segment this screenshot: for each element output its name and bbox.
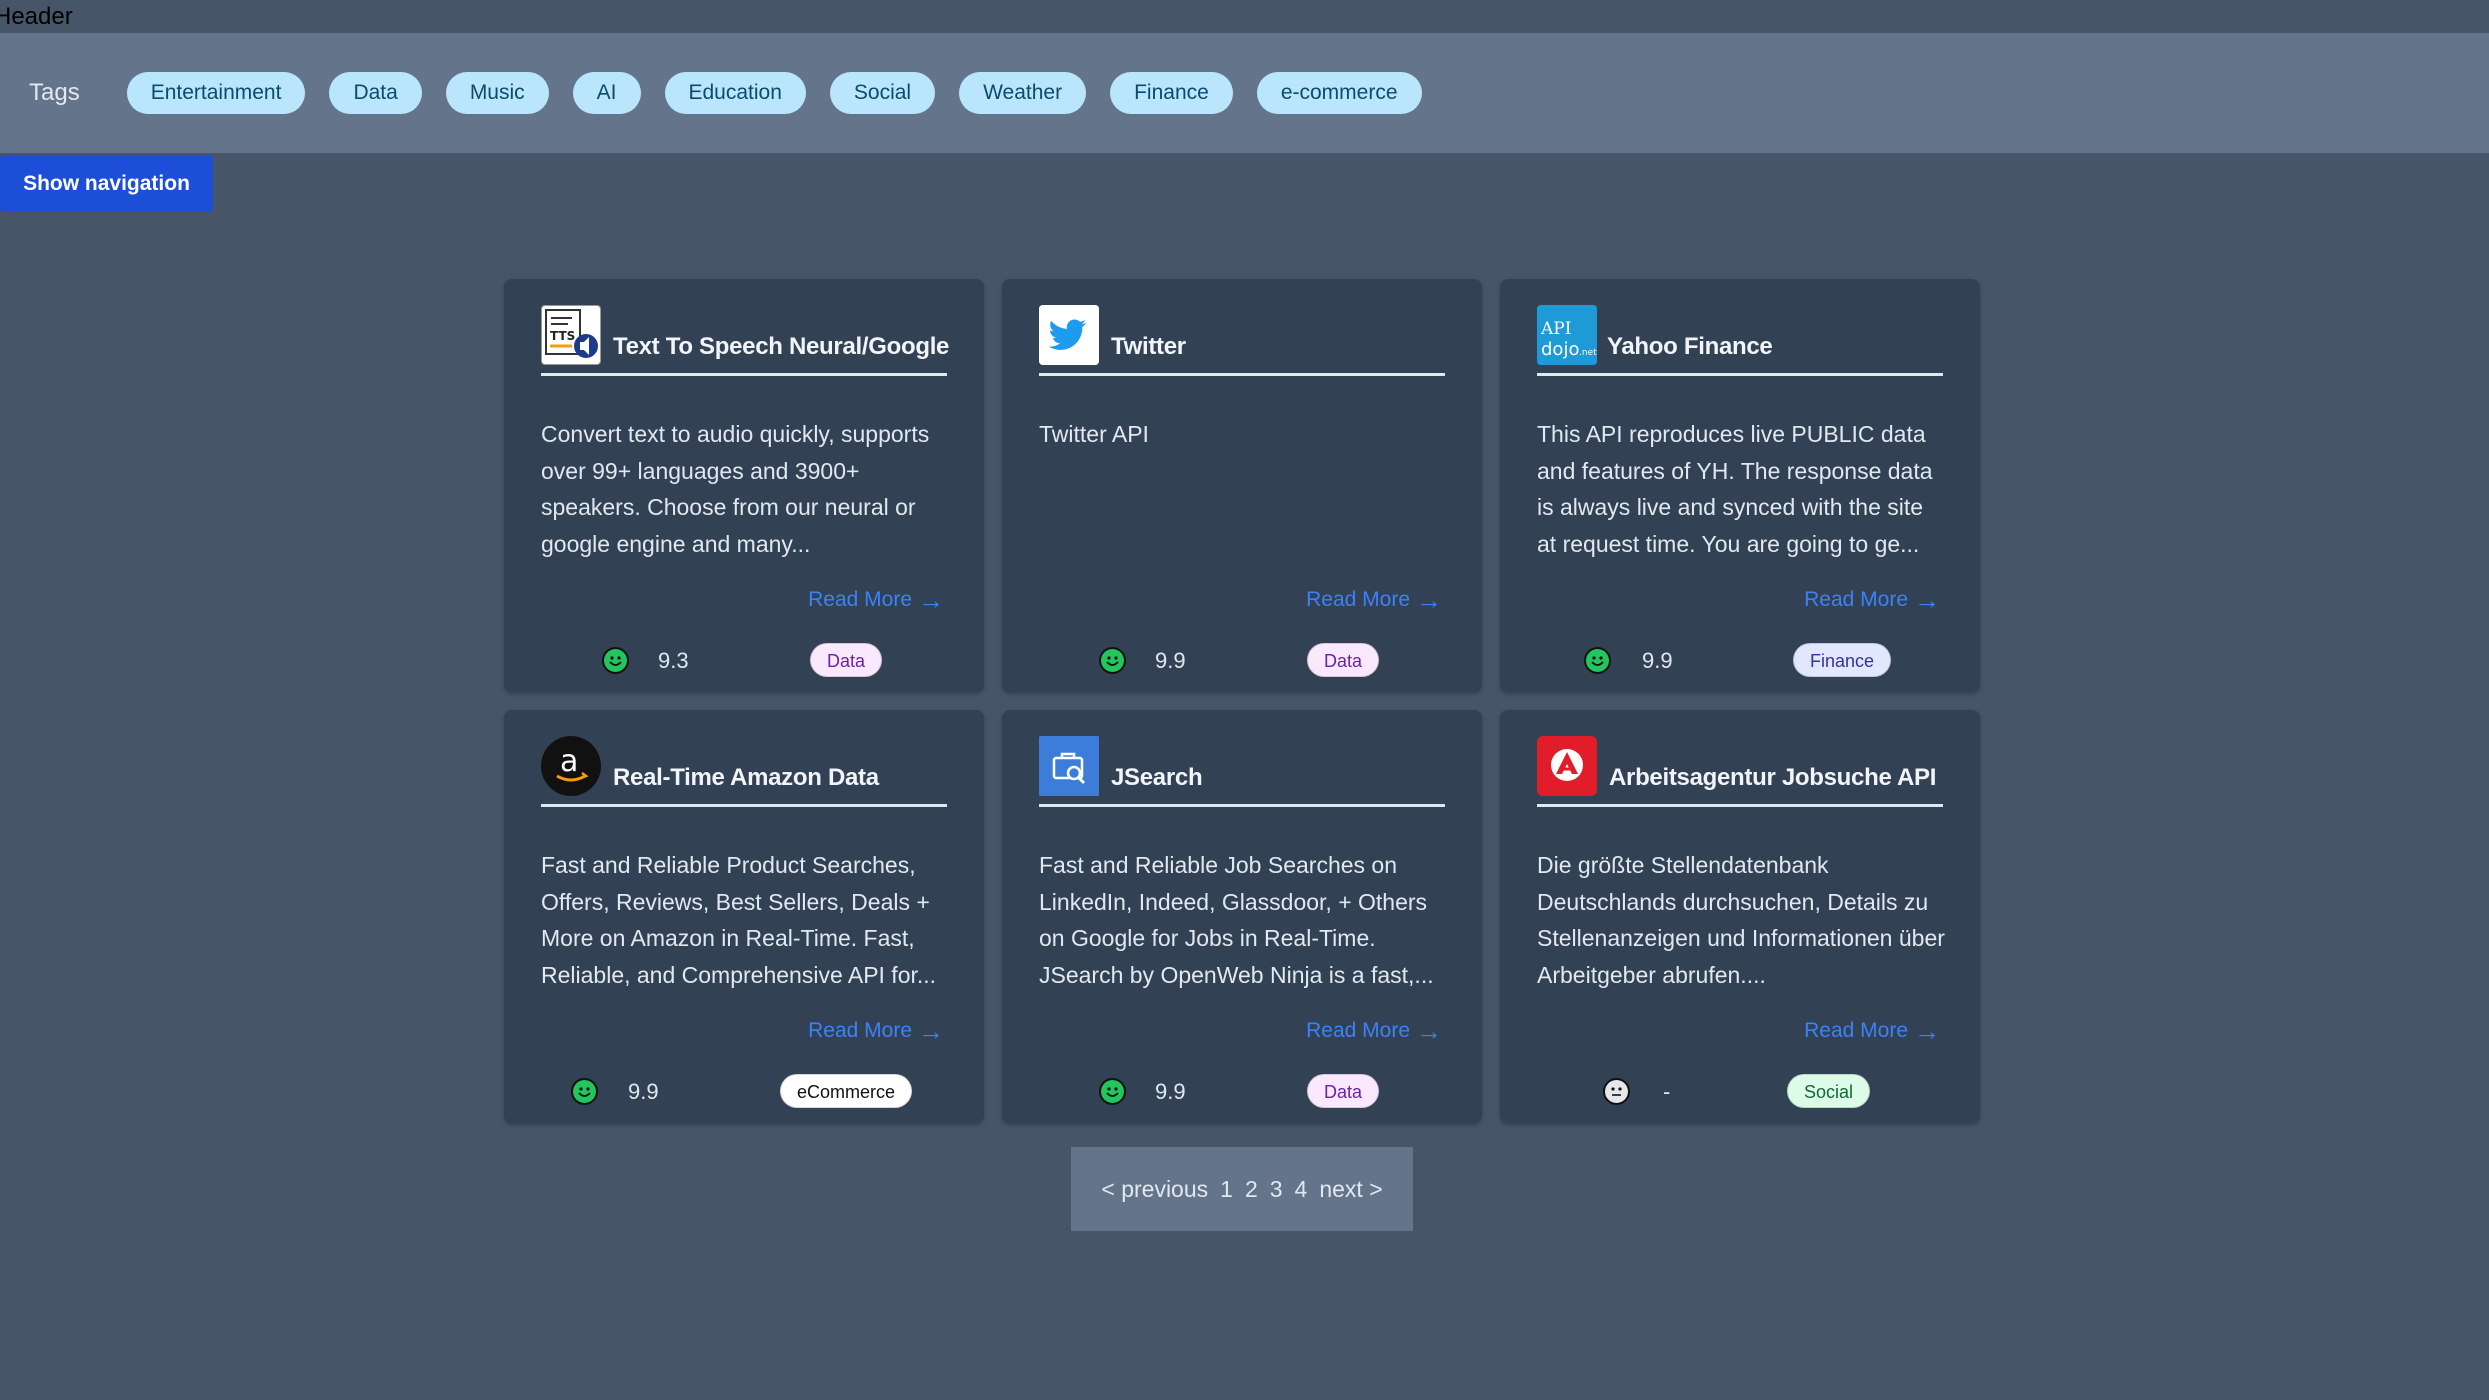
card-title: Arbeitsagentur Jobsuche API xyxy=(1609,764,1937,791)
svg-text:.net: .net xyxy=(1579,348,1597,358)
card-title: Yahoo Finance xyxy=(1607,333,1773,360)
pagination-page-3[interactable]: 3 xyxy=(1270,1176,1283,1203)
category-badge: Data xyxy=(1307,1074,1380,1108)
card-description: Die größte Stellendatenbank Deutschlands… xyxy=(1537,852,1945,988)
category-badge: Data xyxy=(1307,643,1380,677)
svg-text:API: API xyxy=(1540,319,1571,339)
jsearch-logo-icon xyxy=(1039,736,1099,796)
read-more-label: Read More xyxy=(1804,588,1908,611)
arrow-right-icon: → xyxy=(918,585,944,615)
card-title: Text To Speech Neural/Google xyxy=(613,333,950,360)
read-more-link[interactable]: Read More → xyxy=(1804,1016,1940,1046)
read-more-label: Read More xyxy=(1306,1019,1410,1042)
pagination-page-2[interactable]: 2 xyxy=(1245,1176,1258,1203)
smiley-face-icon xyxy=(1584,647,1611,674)
api-card-text-to-speech[interactable]: TTS Text To Speech Neural/Google Convert… xyxy=(504,279,984,692)
tag-e-commerce[interactable]: e-commerce xyxy=(1256,72,1422,114)
card-description: Twitter API xyxy=(1039,421,1149,447)
rating-score: 9.9 xyxy=(1155,648,1186,673)
api-card-real-time-amazon-data[interactable]: a Real-Time Amazon Data Fast and Reliabl… xyxy=(504,710,984,1123)
category-badge: eCommerce xyxy=(780,1074,913,1108)
card-description: This API reproduces live PUBLIC data and… xyxy=(1537,421,1933,557)
show-navigation-button[interactable]: Show navigation xyxy=(0,155,213,212)
read-more-link[interactable]: Read More → xyxy=(1306,1016,1442,1046)
rating-score: 9.9 xyxy=(628,1079,659,1104)
smiley-face-icon xyxy=(1099,647,1126,674)
card-title: Real-Time Amazon Data xyxy=(613,764,879,791)
arrow-right-icon: → xyxy=(1416,1016,1442,1046)
apidojo-logo-icon: API dojo .net xyxy=(1537,305,1597,365)
api-card-yahoo-finance[interactable]: API dojo .net Yahoo Finance This API rep… xyxy=(1500,279,1980,692)
svg-text:TTS: TTS xyxy=(550,329,575,343)
tag-finance[interactable]: Finance xyxy=(1110,72,1233,114)
rating-score: 9.3 xyxy=(658,648,689,673)
read-more-link[interactable]: Read More → xyxy=(808,585,944,615)
category-badge: Social xyxy=(1787,1074,1871,1108)
read-more-label: Read More xyxy=(808,1019,912,1042)
neutral-face-icon xyxy=(1603,1078,1630,1105)
tag-weather[interactable]: Weather xyxy=(959,72,1087,114)
pagination: < previous 1 2 3 4 next > xyxy=(1071,1147,1413,1231)
tags-label: Tags xyxy=(29,79,80,106)
read-more-link[interactable]: Read More → xyxy=(1306,585,1442,615)
amazon-logo-icon: a xyxy=(541,736,601,796)
read-more-label: Read More xyxy=(1306,588,1410,611)
arrow-right-icon: → xyxy=(1914,585,1940,615)
card-footer: 9.9 Data xyxy=(1002,1070,1482,1110)
arrow-right-icon: → xyxy=(918,1016,944,1046)
card-header: TTS Text To Speech Neural/Google xyxy=(541,305,950,376)
api-card-arbeitsagentur-jobsuche[interactable]: Arbeitsagentur Jobsuche API Die größte S… xyxy=(1500,710,1980,1123)
card-header: JSearch xyxy=(1039,736,1445,807)
svg-text:a: a xyxy=(560,744,578,779)
card-footer: 9.9 eCommerce xyxy=(504,1070,984,1110)
rating-score: 9.9 xyxy=(1155,1079,1186,1104)
read-more-link[interactable]: Read More → xyxy=(808,1016,944,1046)
smiley-face-icon xyxy=(1099,1078,1126,1105)
api-card-jsearch[interactable]: JSearch Fast and Reliable Job Searches o… xyxy=(1002,710,1482,1123)
rating-score: - xyxy=(1663,1079,1671,1104)
card-header: Arbeitsagentur Jobsuche API xyxy=(1537,736,1943,807)
card-footer: - Social xyxy=(1500,1070,1980,1110)
pagination-page-1[interactable]: 1 xyxy=(1220,1176,1233,1203)
tag-music[interactable]: Music xyxy=(445,72,549,114)
arbeitsagentur-logo-icon xyxy=(1537,736,1597,796)
tag-data[interactable]: Data xyxy=(329,72,422,114)
read-more-label: Read More xyxy=(1804,1019,1908,1042)
pagination-previous[interactable]: < previous xyxy=(1101,1176,1208,1203)
card-footer: 9.9 Finance xyxy=(1500,639,1980,679)
card-title: Twitter xyxy=(1111,333,1186,360)
card-description: Fast and Reliable Job Searches on Linked… xyxy=(1039,852,1434,988)
tag-education[interactable]: Education xyxy=(664,72,806,114)
card-header: Twitter xyxy=(1039,305,1445,376)
read-more-label: Read More xyxy=(808,588,912,611)
card-description: Convert text to audio quickly, supports … xyxy=(541,421,930,557)
smiley-face-icon xyxy=(602,647,629,674)
svg-text:dojo: dojo xyxy=(1541,339,1579,360)
read-more-link[interactable]: Read More → xyxy=(1804,585,1940,615)
category-badge: Data xyxy=(810,643,883,677)
pagination-page-4[interactable]: 4 xyxy=(1295,1176,1308,1203)
card-header: API dojo .net Yahoo Finance xyxy=(1537,305,1943,376)
card-description: Fast and Reliable Product Searches, Offe… xyxy=(541,852,937,988)
arrow-right-icon: → xyxy=(1416,585,1442,615)
tags-bar: Tags Entertainment Data Music AI Educati… xyxy=(0,33,2489,153)
tts-logo-icon: TTS xyxy=(541,305,601,365)
arrow-right-icon: → xyxy=(1914,1016,1940,1046)
rating-score: 9.9 xyxy=(1642,648,1673,673)
category-badge: Finance xyxy=(1793,643,1892,677)
api-card-twitter[interactable]: Twitter Twitter API Read More → 9.9 Data xyxy=(1002,279,1482,692)
card-footer: 9.9 Data xyxy=(1002,639,1482,679)
pagination-next[interactable]: next > xyxy=(1319,1176,1382,1203)
twitter-logo-icon xyxy=(1039,305,1099,365)
api-card-grid: TTS Text To Speech Neural/Google Convert… xyxy=(504,279,1980,1123)
tag-social[interactable]: Social xyxy=(829,72,936,114)
tag-ai[interactable]: AI xyxy=(572,72,641,114)
tag-entertainment[interactable]: Entertainment xyxy=(126,72,306,114)
card-header: a Real-Time Amazon Data xyxy=(541,736,947,807)
smiley-face-icon xyxy=(571,1078,598,1105)
page-header: Header xyxy=(0,0,2489,33)
card-footer: 9.3 Data xyxy=(504,639,984,679)
card-title: JSearch xyxy=(1111,764,1203,791)
